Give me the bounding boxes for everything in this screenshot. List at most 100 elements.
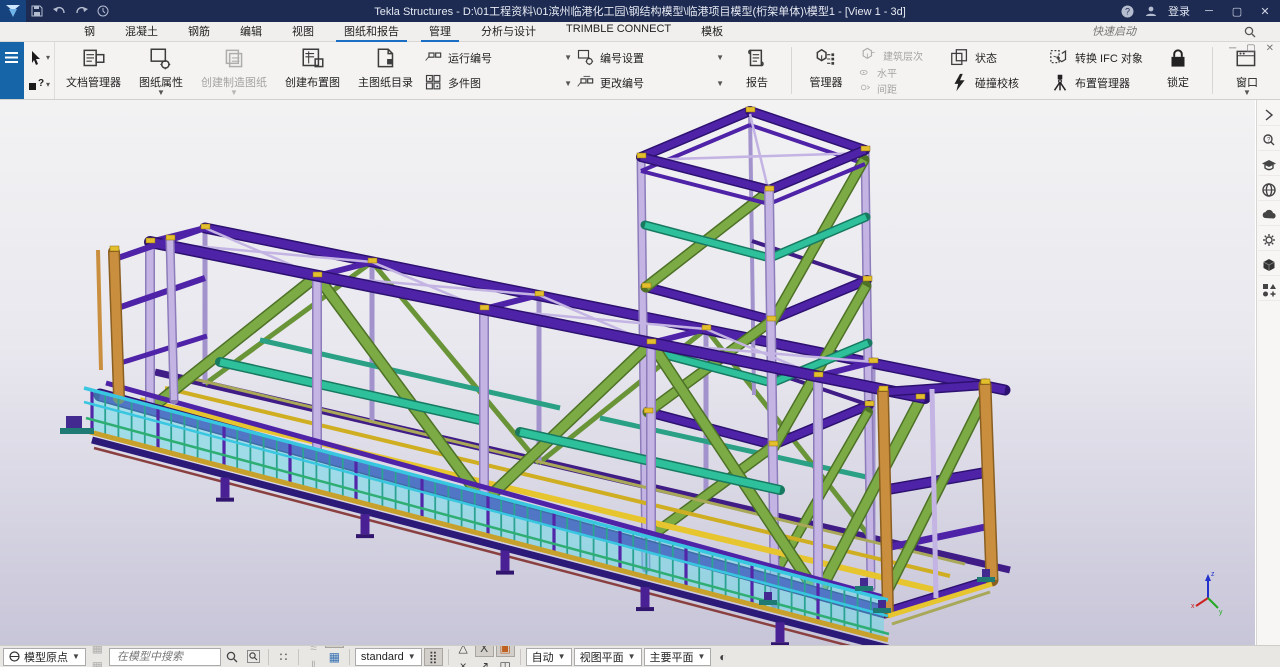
menu-tab-编辑[interactable]: 编辑	[226, 21, 276, 42]
ribbon-restore-button[interactable]: ▢	[1246, 43, 1255, 54]
minimize-button[interactable]: ─	[1196, 1, 1222, 21]
svg-text:?: ?	[38, 78, 44, 89]
settings-icon[interactable]	[1258, 229, 1280, 251]
snap-standard-dropdown[interactable]: standard▼	[355, 648, 422, 666]
menu-tab-模板[interactable]: 模板	[687, 21, 737, 42]
expand-chevron-icon[interactable]	[1258, 104, 1280, 126]
doc-props-icon	[148, 46, 174, 72]
model-3d-viewport[interactable]: zxy	[0, 100, 1256, 645]
menu-tab-图纸和报告[interactable]: 图纸和报告	[330, 21, 413, 42]
save-icon[interactable]	[26, 2, 48, 20]
close-button[interactable]: ✕	[1252, 1, 1278, 21]
menu-tab-分析与设计[interactable]: 分析与设计	[467, 21, 550, 42]
tekla-online-icon[interactable]	[1258, 179, 1280, 201]
ribbon-button-numbering-settings[interactable]: 编号设置 ▼	[576, 48, 724, 68]
ribbon-button-hierarchy: 建筑层次	[859, 45, 945, 65]
ribbon-button-ifc-convert[interactable]: 转换 IFC 对象	[1049, 47, 1145, 69]
assembly-dwg-icon	[424, 73, 444, 93]
undo-icon[interactable]	[48, 2, 70, 20]
ribbon-button-status[interactable]: 状态	[949, 47, 1045, 69]
ribbon-button-create-layout[interactable]: 创建布置图	[276, 43, 349, 98]
model-search-button[interactable]	[223, 648, 242, 666]
dropdown-caret-icon[interactable]: ▼	[157, 90, 165, 95]
ribbon-button-master-catalog[interactable]: 主图纸目录	[349, 43, 422, 98]
menu-tab-混凝土[interactable]: 混凝土	[111, 21, 172, 42]
login-button[interactable]: 登录	[1164, 3, 1194, 19]
menu-tab-钢[interactable]: 钢	[70, 21, 109, 42]
ribbon-button-layout-manager[interactable]: 布置管理器	[1049, 72, 1145, 94]
view-plane-dropdown[interactable]: 视图平面▼	[574, 648, 642, 666]
ribbon-button-lock[interactable]: 锁定	[1147, 43, 1209, 98]
switch-weld-b: ∥	[304, 657, 323, 667]
maximize-button[interactable]: ▢	[1224, 1, 1250, 21]
ribbon-close-button[interactable]: ✕	[1266, 43, 1274, 54]
switch-snap-intersection[interactable]: ×	[454, 657, 473, 667]
svg-text:z: z	[1211, 571, 1215, 578]
select-tool-button[interactable]: ▾	[28, 50, 50, 66]
svg-text:x: x	[1191, 603, 1195, 610]
user-icon[interactable]	[1140, 2, 1162, 20]
model-origin-dropdown[interactable]: 模型原点▼	[3, 648, 86, 666]
button-snap-dark[interactable]: ⣿	[424, 648, 443, 666]
help-icon[interactable]: ?	[1116, 2, 1138, 20]
ribbon-button-organizer[interactable]: 管理器	[795, 43, 857, 98]
menu-tab-TRIMBLE CONNECT[interactable]: TRIMBLE CONNECT	[552, 21, 685, 42]
ribbon-button-assembly-dwg[interactable]: 多件图 ▼	[424, 73, 572, 93]
quick-launch[interactable]	[1090, 25, 1280, 39]
inquiry-tool-caret[interactable]: ▾	[46, 80, 50, 89]
ribbon-button-doc-manager[interactable]: 文档管理器	[57, 43, 130, 98]
ribbon-button-spacing: 间距	[859, 81, 945, 96]
switch-weld-a: ≈	[304, 645, 323, 657]
status-bar: 模型原点▼ ▦▦ ↖▲■▣∷╱◆▦▢ ↪✂▭⇄⚑≈∥∠▣Π◉∠ ▩◢▦▩◎ st…	[0, 645, 1280, 667]
file-menu-button[interactable]	[0, 42, 24, 99]
window-title: Tekla Structures - D:\01工程资料\01滨州临港化工园\钢…	[0, 3, 1280, 19]
ribbon-button-doc-props[interactable]: 图纸属性▼	[130, 43, 192, 98]
ifc-convert-icon	[1049, 47, 1071, 69]
switch-snap-points[interactable]: △	[454, 645, 473, 657]
redo-icon[interactable]	[70, 2, 92, 20]
spacing-icon	[859, 81, 873, 95]
menu-tab-管理[interactable]: 管理	[415, 21, 465, 42]
dropdown-caret-icon[interactable]: ▼	[564, 79, 572, 88]
model-search-box[interactable]	[109, 648, 221, 666]
side-pane: ?	[1256, 100, 1280, 645]
tekla-warehouse-icon[interactable]	[1258, 204, 1280, 226]
switch-plane-tool-b[interactable]: ◫	[496, 657, 515, 667]
select-tool-caret[interactable]: ▾	[46, 53, 50, 62]
dropdown-caret-icon[interactable]: ▼	[230, 90, 238, 95]
component-catalog-icon[interactable]	[1258, 279, 1280, 301]
numbering-settings-icon	[576, 48, 596, 68]
ribbon-minimize-button[interactable]: ─	[1229, 43, 1236, 54]
applications-icon[interactable]	[1258, 254, 1280, 276]
switch-snap-ortho[interactable]: ↗	[475, 657, 494, 667]
level-icon	[859, 66, 873, 80]
auto-plane-dropdown[interactable]: 自动▼	[526, 648, 572, 666]
plane-visibility-button[interactable]: ◐	[713, 648, 732, 666]
ribbon-button-change-numbering[interactable]: 更改编号 ▼	[576, 73, 724, 93]
switch-snap-depth[interactable]: X	[475, 645, 494, 657]
dropdown-caret-icon[interactable]: ▼	[716, 53, 724, 62]
model-search-input[interactable]	[115, 650, 215, 664]
ribbon-button-numbering[interactable]: 运行编号 ▼	[424, 48, 572, 68]
ribbon-button-report[interactable]: 报告	[726, 43, 788, 98]
search-icon[interactable]	[1244, 26, 1256, 38]
organizer-icon	[813, 46, 839, 72]
tekla-campus-icon[interactable]	[1258, 154, 1280, 176]
dropdown-caret-icon[interactable]: ▼	[1243, 90, 1251, 95]
search-help-icon[interactable]: ?	[1258, 129, 1280, 151]
model-search-advanced-button[interactable]	[244, 648, 263, 666]
main-plane-dropdown[interactable]: 主要平面▼	[644, 648, 712, 666]
hierarchy-icon	[859, 45, 879, 65]
inquiry-tool-button[interactable]: ? ▾	[28, 77, 50, 91]
quick-launch-input[interactable]	[1090, 25, 1240, 39]
recent-icon[interactable]	[92, 2, 114, 20]
dropdown-caret-icon[interactable]: ▼	[716, 79, 724, 88]
switch-select-points[interactable]: ∷	[274, 648, 293, 666]
switch-view-blue-1[interactable]: ▦	[325, 648, 344, 666]
menu-tab-视图[interactable]: 视图	[278, 21, 328, 42]
dropdown-caret-icon[interactable]: ▼	[564, 53, 572, 62]
menu-tab-钢筋[interactable]: 钢筋	[174, 21, 224, 42]
menu-bar: 钢混凝土钢筋编辑视图图纸和报告管理分析与设计TRIMBLE CONNECT模板	[0, 22, 1280, 42]
ribbon-button-clash[interactable]: 碰撞校核	[949, 72, 1045, 94]
switch-plane-tool-a[interactable]: ▣	[496, 645, 515, 657]
